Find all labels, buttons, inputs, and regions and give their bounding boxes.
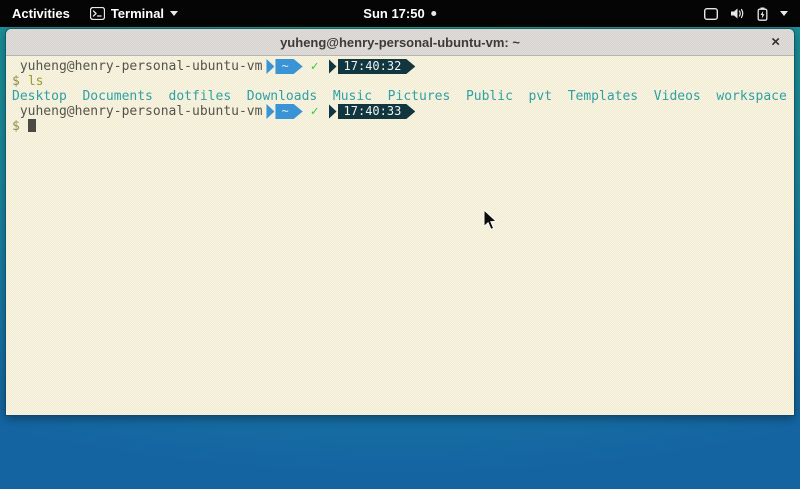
terminal-content[interactable]: yuheng@henry-personal-ubuntu-vm ~ ✓ 17:4… (6, 56, 794, 415)
clock-label: Sun 17:50 (363, 6, 424, 21)
command-line: $ ls (12, 74, 794, 89)
powerline-arrow-icon (266, 104, 274, 119)
powerline-arrow-icon (266, 59, 274, 74)
screen-icon (704, 8, 718, 20)
screen: Activities Terminal Sun 17:50 (0, 0, 800, 489)
window-title: yuheng@henry-personal-ubuntu-vm: ~ (280, 35, 520, 50)
prompt-user-host: yuheng@henry-personal-ubuntu-vm (12, 59, 262, 74)
volume-icon (730, 7, 745, 20)
notification-dot (432, 11, 437, 16)
prompt-line: yuheng@henry-personal-ubuntu-vm ~ ✓ 17:4… (12, 104, 794, 119)
status-check-icon: ✓ (311, 104, 319, 119)
terminal-icon (90, 7, 105, 20)
prompt-user-host: yuheng@henry-personal-ubuntu-vm (12, 104, 262, 119)
powerline-arrow-icon (329, 104, 337, 119)
terminal-block-cursor (28, 119, 36, 132)
prompt-cwd-badge: ~ (275, 104, 302, 119)
prompt-dollar: $ (12, 119, 20, 134)
ls-output: Desktop Documents dotfiles Downloads Mus… (12, 89, 794, 104)
top-bar: Activities Terminal Sun 17:50 (0, 0, 800, 27)
chevron-down-icon (170, 11, 178, 16)
prompt-line: yuheng@henry-personal-ubuntu-vm ~ ✓ 17:4… (12, 59, 794, 74)
battery-charging-icon (757, 7, 768, 21)
terminal-window: yuheng@henry-personal-ubuntu-vm: ~ × yuh… (5, 28, 795, 416)
current-input-line: $ (12, 119, 794, 134)
prompt-dollar: $ (12, 74, 20, 89)
app-menu-button[interactable]: Terminal (82, 0, 186, 27)
prompt-cwd-badge: ~ (275, 59, 302, 74)
window-titlebar[interactable]: yuheng@henry-personal-ubuntu-vm: ~ × (6, 29, 794, 56)
close-button[interactable]: × (771, 35, 780, 50)
system-status-area[interactable] (692, 0, 800, 27)
chevron-down-icon (780, 11, 788, 16)
status-check-icon: ✓ (311, 59, 319, 74)
powerline-arrow-icon (329, 59, 337, 74)
prompt-time-badge: 17:40:33 (338, 104, 416, 119)
typed-command: ls (28, 74, 44, 89)
desktop-background: yuheng@henry-personal-ubuntu-vm: ~ × yuh… (0, 27, 800, 489)
top-bar-left: Activities Terminal (0, 0, 186, 27)
app-menu-label: Terminal (111, 6, 164, 21)
activities-button[interactable]: Activities (0, 0, 82, 27)
clock-button[interactable]: Sun 17:50 (363, 0, 436, 27)
prompt-time-badge: 17:40:32 (338, 59, 416, 74)
